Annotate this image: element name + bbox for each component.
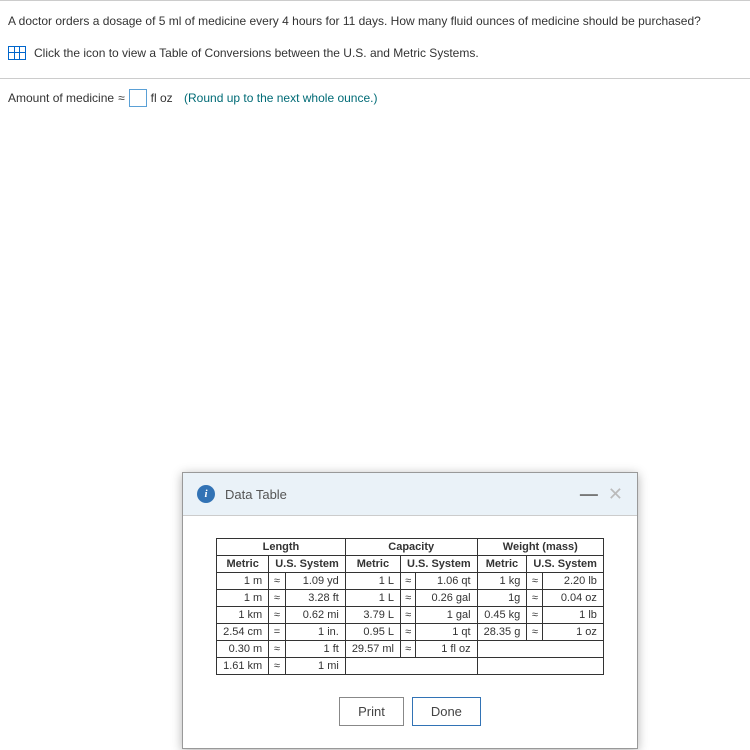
- round-note: (Round up to the next whole ounce.): [184, 91, 377, 105]
- empty-cell: [477, 658, 603, 675]
- conversion-hint-row: Click the icon to view a Table of Conver…: [8, 46, 742, 60]
- table-row: 2.54 cm = 1 in. 0.95 L ≈ 1 qt 28.35 g ≈ …: [217, 624, 604, 641]
- question-panel: A doctor orders a dosage of 5 ml of medi…: [0, 1, 750, 79]
- question-text: A doctor orders a dosage of 5 ml of medi…: [8, 13, 742, 30]
- empty-cell: [477, 641, 603, 658]
- section-weight: Weight (mass): [477, 539, 603, 556]
- th-metric-w: Metric: [477, 556, 527, 573]
- th-metric-l: Metric: [217, 556, 269, 573]
- conversion-table: Length Capacity Weight (mass) Metric U.S…: [216, 538, 604, 675]
- print-button[interactable]: Print: [339, 697, 404, 726]
- answer-input[interactable]: [129, 89, 147, 107]
- info-icon: i: [197, 485, 215, 503]
- done-button[interactable]: Done: [412, 697, 481, 726]
- th-us-c: U.S. System: [401, 556, 478, 573]
- modal-header: i Data Table — ✕: [183, 473, 637, 516]
- section-capacity: Capacity: [345, 539, 477, 556]
- empty-cell: [345, 658, 477, 675]
- th-metric-c: Metric: [345, 556, 400, 573]
- table-row: 1.61 km ≈ 1 mi: [217, 658, 604, 675]
- table-row: 1 km ≈ 0.62 mi 3.79 L ≈ 1 gal 0.45 kg ≈ …: [217, 607, 604, 624]
- answer-label: Amount of medicine: [8, 91, 114, 105]
- conversion-hint-text: Click the icon to view a Table of Conver…: [34, 46, 479, 60]
- section-length: Length: [217, 539, 346, 556]
- table-row: 1 m ≈ 1.09 yd 1 L ≈ 1.06 qt 1 kg ≈ 2.20 …: [217, 573, 604, 590]
- answer-unit: fl oz: [151, 91, 173, 105]
- table-icon[interactable]: [8, 46, 26, 60]
- th-us-w: U.S. System: [527, 556, 604, 573]
- modal-title: Data Table: [225, 487, 287, 502]
- close-icon[interactable]: ✕: [608, 489, 623, 499]
- table-row: 1 m ≈ 3.28 ft 1 L ≈ 0.26 gal 1g ≈ 0.04 o…: [217, 590, 604, 607]
- modal-body: Length Capacity Weight (mass) Metric U.S…: [183, 516, 637, 697]
- minimize-icon[interactable]: —: [580, 489, 598, 499]
- modal-footer: Print Done: [183, 697, 637, 748]
- spacer: [177, 91, 180, 105]
- data-table-modal: i Data Table — ✕ Length Capacity Weight …: [182, 472, 638, 749]
- approx-symbol: ≈: [118, 91, 125, 105]
- answer-area: Amount of medicine ≈ fl oz (Round up to …: [0, 79, 750, 117]
- th-us-l: U.S. System: [269, 556, 346, 573]
- table-row: 0.30 m ≈ 1 ft 29.57 ml ≈ 1 fl oz: [217, 641, 604, 658]
